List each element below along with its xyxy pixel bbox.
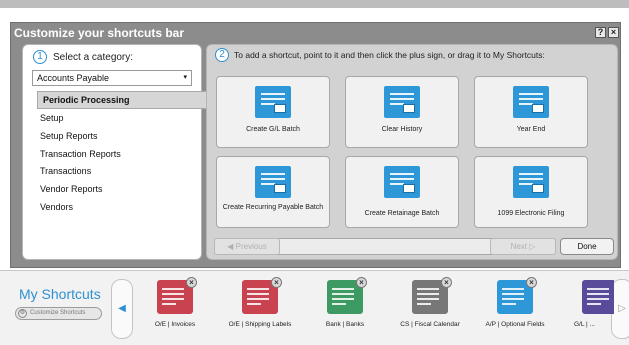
category-item-transactions[interactable]: Transactions <box>40 166 91 176</box>
tile-clear-history[interactable]: Clear History <box>345 76 459 148</box>
tile-label: Create Recurring Payable Batch <box>222 204 324 211</box>
shortcut-item[interactable]: × A/P | Optional Fields <box>475 277 555 340</box>
category-item-vendor-reports[interactable]: Vendor Reports <box>40 184 103 194</box>
tile-create-gl-batch[interactable]: Create G/L Batch <box>216 76 330 148</box>
customize-shortcuts-button[interactable]: ⚙ Customize Shortcuts <box>15 307 102 320</box>
chevron-down-icon: ▾ <box>183 74 187 81</box>
tile-create-retainage-batch[interactable]: Create Retainage Batch <box>345 156 459 228</box>
previous-label: Previous <box>235 242 267 251</box>
tile-label: Year End <box>516 126 546 133</box>
tile-label: Create G/L Batch <box>246 126 300 133</box>
shortcut-item[interactable]: × O/E | Invoices <box>135 277 215 340</box>
shortcut-item[interactable]: × Bank | Banks <box>305 277 385 340</box>
tile-1099-electronic-filing[interactable]: 1099 Electronic Filing <box>474 156 588 228</box>
step-1-badge: 1 <box>33 50 47 64</box>
step-2-text: To add a shortcut, point to it and then … <box>234 50 545 60</box>
shortcut-item[interactable]: × O/E | Shipping Labels <box>220 277 300 340</box>
remove-shortcut-icon[interactable]: × <box>186 277 197 288</box>
app-window: Customize your shortcuts bar ? × 1 Selec… <box>0 0 629 345</box>
category-dropdown-value: Accounts Payable <box>37 73 110 83</box>
category-item-setup[interactable]: Setup <box>40 113 64 123</box>
top-bar <box>0 0 629 8</box>
tile-year-end[interactable]: Year End <box>474 76 588 148</box>
next-label: Next <box>510 242 528 251</box>
shortcut-label: G/L | ... <box>574 321 595 328</box>
my-shortcuts-title: My Shortcuts <box>19 286 101 302</box>
tile-label: Clear History <box>381 126 423 133</box>
shortcut-item[interactable]: G/L | ... <box>560 280 614 340</box>
help-button[interactable]: ? <box>595 27 606 38</box>
remove-shortcut-icon[interactable]: × <box>356 277 367 288</box>
category-item-vendors[interactable]: Vendors <box>40 202 73 212</box>
calendar-icon <box>513 86 549 118</box>
remove-shortcut-icon[interactable]: × <box>271 277 282 288</box>
remove-shortcut-icon[interactable]: × <box>526 277 537 288</box>
shortcut-label: A/P | Optional Fields <box>485 321 545 328</box>
remove-shortcut-icon[interactable]: × <box>441 277 452 288</box>
done-button[interactable]: Done <box>560 238 614 255</box>
batch-icon <box>255 166 291 198</box>
category-item-transaction-reports[interactable]: Transaction Reports <box>40 149 121 159</box>
step-1-text: Select a category: <box>53 52 134 63</box>
settings-icon: ⚙ <box>18 309 27 318</box>
tile-label: 1099 Electronic Filing <box>497 210 565 217</box>
close-button[interactable]: × <box>608 27 619 38</box>
category-item-setup-reports[interactable]: Setup Reports <box>40 131 98 141</box>
filing-icon <box>513 166 549 198</box>
dialog-title: Customize your shortcuts bar <box>14 26 185 40</box>
customize-shortcuts-label: Customize Shortcuts <box>30 310 86 316</box>
step-2-badge: 2 <box>215 48 229 62</box>
batch-icon <box>255 86 291 118</box>
batch-icon <box>384 166 420 198</box>
shortcut-item[interactable]: × CS | Fiscal Calendar <box>390 277 470 340</box>
tile-create-recurring-payable-batch[interactable]: Create Recurring Payable Batch <box>216 156 330 228</box>
next-button[interactable]: Next ▷ <box>490 238 556 255</box>
scroll-left-button[interactable]: ◀ <box>111 279 133 339</box>
previous-button[interactable]: ◀ Previous <box>214 238 280 255</box>
shortcut-icon <box>582 280 614 314</box>
category-item-periodic-processing[interactable]: Periodic Processing <box>37 91 207 109</box>
category-dropdown[interactable]: Accounts Payable ▾ <box>32 70 192 86</box>
history-icon <box>384 86 420 118</box>
tile-label: Create Retainage Batch <box>364 210 440 217</box>
